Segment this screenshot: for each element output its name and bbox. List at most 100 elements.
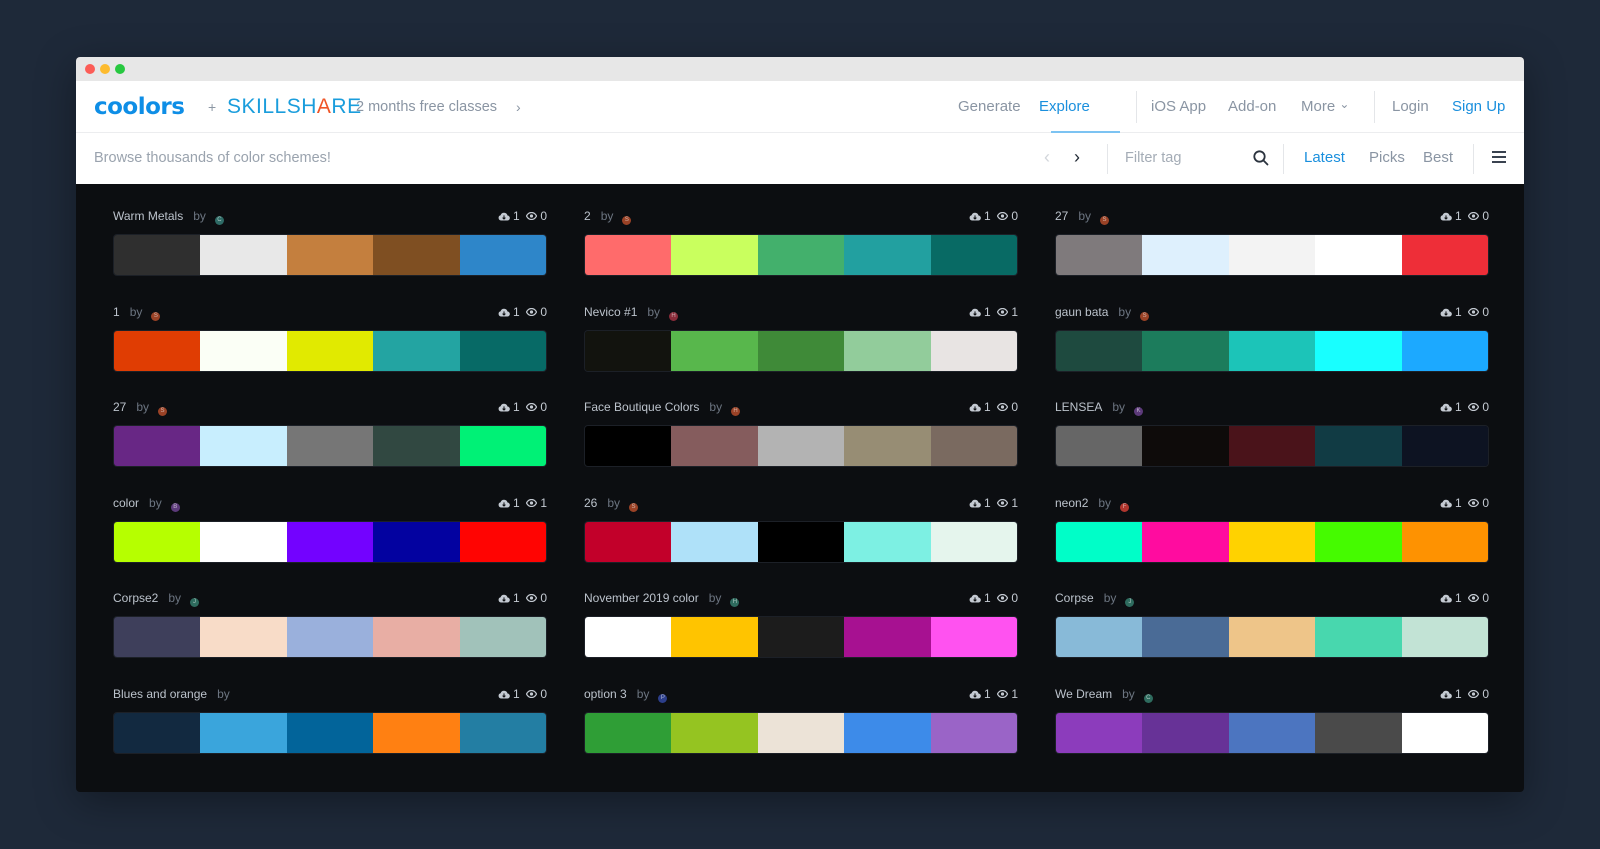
color-swatch[interactable] (459, 712, 546, 753)
cloud-save-icon[interactable] (1440, 690, 1452, 699)
palette-swatches[interactable] (584, 329, 1018, 372)
palette-name[interactable]: LENSEA (1055, 400, 1102, 414)
palette-swatches[interactable] (113, 711, 547, 754)
color-swatch[interactable] (671, 712, 758, 753)
color-swatch[interactable] (757, 521, 845, 562)
color-swatch[interactable] (585, 617, 672, 657)
next-page-arrow-icon[interactable]: › (1074, 146, 1080, 168)
color-swatch[interactable] (1401, 330, 1488, 371)
color-swatch[interactable] (200, 521, 287, 562)
color-swatch[interactable] (844, 617, 931, 657)
color-swatch[interactable] (1056, 712, 1143, 753)
color-swatch[interactable] (1142, 712, 1229, 753)
palette-swatches[interactable] (1055, 329, 1489, 372)
color-swatch[interactable] (1142, 617, 1229, 657)
color-swatch[interactable] (585, 712, 672, 753)
author-avatar[interactable]: K (1134, 407, 1144, 416)
cloud-save-icon[interactable] (498, 308, 510, 317)
sort-picks[interactable]: Picks (1369, 148, 1405, 168)
color-swatch[interactable] (844, 426, 931, 466)
author-avatar[interactable]: H (669, 311, 679, 321)
color-swatch[interactable] (757, 330, 845, 371)
author-avatar[interactable]: S (1100, 216, 1110, 225)
palette-name[interactable]: 2 (584, 209, 591, 223)
color-swatch[interactable] (1401, 617, 1488, 657)
menu-icon[interactable] (1492, 151, 1506, 163)
color-swatch[interactable] (930, 426, 1017, 466)
palette-name[interactable]: Nevico #1 (584, 305, 637, 319)
color-swatch[interactable] (459, 235, 546, 275)
palette-swatches[interactable] (113, 616, 547, 658)
palette-swatches[interactable] (1055, 616, 1489, 658)
palette-card[interactable]: 27 by S 1 0 (113, 399, 547, 494)
author-avatar[interactable]: S (622, 216, 632, 225)
color-swatch[interactable] (114, 521, 201, 562)
color-swatch[interactable] (373, 235, 460, 275)
color-swatch[interactable] (373, 330, 460, 371)
palette-swatches[interactable] (1055, 711, 1489, 754)
color-swatch[interactable] (200, 235, 287, 275)
color-swatch[interactable] (1315, 617, 1402, 657)
cloud-save-icon[interactable] (1440, 594, 1452, 603)
cloud-save-icon[interactable] (969, 499, 981, 508)
color-swatch[interactable] (1228, 712, 1316, 753)
color-swatch[interactable] (585, 330, 672, 371)
cloud-save-icon[interactable] (498, 212, 510, 221)
palette-card[interactable]: Nevico #1 by H 1 1 (584, 304, 1018, 399)
color-swatch[interactable] (114, 712, 201, 753)
color-swatch[interactable] (1056, 426, 1143, 466)
color-swatch[interactable] (844, 235, 931, 275)
cloud-save-icon[interactable] (498, 499, 510, 508)
color-swatch[interactable] (114, 235, 201, 275)
nav-ios-app[interactable]: iOS App (1151, 97, 1206, 117)
color-swatch[interactable] (373, 712, 460, 753)
color-swatch[interactable] (114, 426, 201, 466)
color-swatch[interactable] (757, 235, 845, 275)
color-swatch[interactable] (200, 617, 287, 657)
color-swatch[interactable] (1401, 426, 1488, 466)
color-swatch[interactable] (286, 712, 374, 753)
coolors-logo[interactable]: coolors (94, 94, 185, 120)
color-swatch[interactable] (671, 426, 758, 466)
color-swatch[interactable] (1228, 235, 1316, 275)
color-swatch[interactable] (114, 330, 201, 371)
color-swatch[interactable] (373, 426, 460, 466)
palette-card[interactable]: Warm Metals by C 1 0 (113, 208, 547, 303)
sort-best[interactable]: Best (1423, 148, 1453, 168)
cloud-save-icon[interactable] (969, 308, 981, 317)
palette-name[interactable]: Blues and orange (113, 687, 207, 701)
color-swatch[interactable] (844, 712, 931, 753)
color-swatch[interactable] (1056, 330, 1143, 371)
color-swatch[interactable] (1056, 235, 1143, 275)
palette-card[interactable]: Corpse by J 1 0 (1055, 590, 1489, 685)
color-swatch[interactable] (585, 521, 672, 562)
palette-card[interactable]: 26 by S 1 1 (584, 495, 1018, 590)
minimize-window-dot[interactable] (100, 64, 110, 74)
cloud-save-icon[interactable] (1440, 308, 1452, 317)
color-swatch[interactable] (1142, 235, 1229, 275)
palette-card[interactable]: Face Boutique Colors by H 1 0 (584, 399, 1018, 494)
palette-card[interactable]: We Dream by C 1 0 (1055, 686, 1489, 781)
color-swatch[interactable] (1315, 712, 1402, 753)
color-swatch[interactable] (200, 330, 287, 371)
filter-tag-input[interactable]: Filter tag (1125, 148, 1181, 168)
palette-card[interactable]: Corpse2 by J 1 0 (113, 590, 547, 685)
palette-name[interactable]: 27 (113, 400, 126, 414)
palette-name[interactable]: 26 (584, 496, 597, 510)
cloud-save-icon[interactable] (969, 594, 981, 603)
color-swatch[interactable] (585, 426, 672, 466)
palette-name[interactable]: Face Boutique Colors (584, 400, 699, 414)
color-swatch[interactable] (757, 426, 845, 466)
color-swatch[interactable] (1142, 521, 1229, 562)
palette-swatches[interactable] (584, 616, 1018, 658)
color-swatch[interactable] (1142, 330, 1229, 371)
color-swatch[interactable] (671, 521, 758, 562)
palette-card[interactable]: 27 by S 1 0 (1055, 208, 1489, 303)
close-window-dot[interactable] (85, 64, 95, 74)
skillshare-logo[interactable]: SKILLSHARE (227, 94, 362, 120)
color-swatch[interactable] (459, 330, 546, 371)
palette-swatches[interactable] (1055, 425, 1489, 467)
color-swatch[interactable] (1228, 426, 1316, 466)
palette-name[interactable]: 1 (113, 305, 120, 319)
author-avatar[interactable]: H (730, 598, 740, 607)
